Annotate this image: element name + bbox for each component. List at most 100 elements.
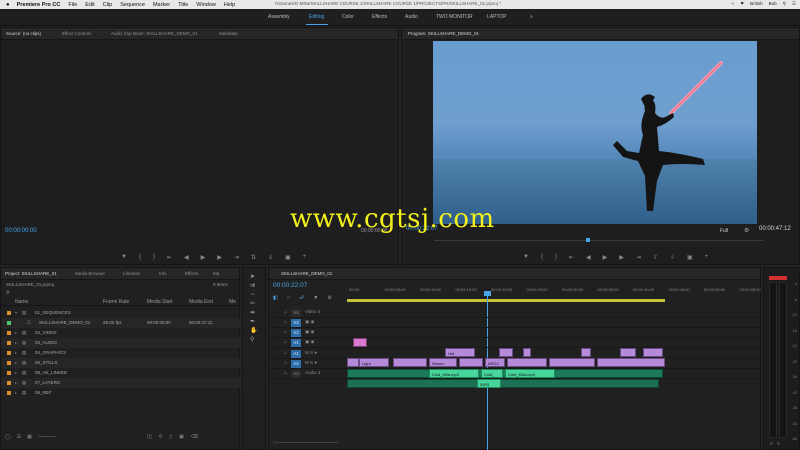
clip-v1-desert[interactable]: Desert xyxy=(429,358,457,367)
clip-a1-cold-killa-2[interactable]: Cold_Killa.mp3 xyxy=(505,369,555,378)
selection-tool-icon[interactable]: ➤ xyxy=(250,273,255,280)
playhead-handle[interactable] xyxy=(484,291,491,296)
label-color-swatch[interactable] xyxy=(7,371,11,375)
list-view-icon[interactable]: ☰ xyxy=(17,434,21,440)
workspace-audio[interactable]: Audio xyxy=(405,14,418,20)
track-lock-icon[interactable]: ⌂ xyxy=(284,360,287,366)
razor-tool-icon[interactable]: ✂ xyxy=(250,300,255,307)
nest-toggle-icon[interactable]: ◧ xyxy=(273,295,278,301)
disclosure-triangle-icon[interactable]: ▸ xyxy=(15,390,17,395)
snap-icon[interactable]: ∩ xyxy=(287,295,291,301)
wifi-icon[interactable]: ≈ xyxy=(732,1,734,7)
menu-marker[interactable]: Marker xyxy=(153,2,170,8)
list-icon[interactable]: ☰ xyxy=(792,1,796,7)
mark-in-icon[interactable]: { xyxy=(139,254,141,261)
workspace-two-monitor[interactable]: TWO MONITOR xyxy=(436,14,473,20)
disclosure-triangle-icon[interactable]: ▸ xyxy=(15,380,17,385)
project-row[interactable]: ▸ ▤ 05_STILLS xyxy=(1,358,241,368)
mark-out-icon[interactable]: } xyxy=(153,254,155,261)
clip-v1-arg2[interactable]: ARG2 xyxy=(485,358,505,367)
workspace-color[interactable]: Color xyxy=(342,14,354,20)
label-color-swatch[interactable] xyxy=(7,381,11,385)
clip-v2-e[interactable] xyxy=(620,348,636,357)
marker-icon[interactable]: ▼ xyxy=(121,254,127,261)
track-lock-icon[interactable]: ⌂ xyxy=(284,329,287,335)
program-scrubber[interactable] xyxy=(434,240,764,241)
disclosure-triangle-icon[interactable]: ▾ xyxy=(15,310,17,315)
track-target-v3[interactable]: V3 xyxy=(291,319,301,327)
timeline-timecode[interactable]: 00:00:22:07 xyxy=(273,282,307,289)
menu-title[interactable]: Title xyxy=(178,2,188,8)
app-menu[interactable]: Premiere Pro CC xyxy=(17,2,61,8)
track-mute-solo[interactable]: M S ● xyxy=(305,360,317,365)
menu-sequence[interactable]: Sequence xyxy=(120,2,145,8)
disclosure-triangle-icon[interactable]: ▸ xyxy=(15,340,17,345)
pen-tool-icon[interactable]: ✒ xyxy=(250,318,255,325)
go-to-out-icon[interactable]: ⇥ xyxy=(636,254,641,261)
step-back-icon[interactable]: ◀ xyxy=(184,254,189,261)
col-media-end[interactable]: Media End xyxy=(189,299,213,305)
track-lock-icon[interactable]: ⌂ xyxy=(284,319,287,325)
clip-a1-cold[interactable]: Cold_ xyxy=(481,369,503,378)
project-row[interactable]: ☷ SKILLSHARE_DEMO_01 25.00 fps 00:00:00:00 0… xyxy=(1,318,241,328)
zoom-slider[interactable]: ○——— xyxy=(38,434,56,440)
project-row[interactable]: ▾ ▤ 01_SEQUENCES xyxy=(1,308,241,318)
input-source[interactable]: British xyxy=(750,1,763,7)
track-select-tool-icon[interactable]: ⇉ xyxy=(250,282,255,289)
lock-icon[interactable]: ◯ xyxy=(5,434,11,440)
track-target-a3[interactable]: A3 xyxy=(291,370,301,378)
source-timecode[interactable]: 00;00;00;00 xyxy=(5,228,37,234)
extract-icon[interactable]: ⇩ xyxy=(670,254,675,261)
meter-solo-buttons[interactable]: S S xyxy=(770,441,780,446)
workspace-assembly[interactable]: Assembly xyxy=(268,14,290,20)
menu-window[interactable]: Window xyxy=(196,2,216,8)
tab-source[interactable]: Source: (no clips) xyxy=(6,31,41,36)
zoom-tool-icon[interactable]: ⚲ xyxy=(250,336,254,343)
go-to-in-icon[interactable]: ⇤ xyxy=(167,254,172,261)
tab-media-browser[interactable]: Media Browser xyxy=(75,271,105,276)
timeline-zoom-scroll[interactable]: ○————————————○ xyxy=(273,440,339,446)
step-forward-icon[interactable]: ▶ xyxy=(619,254,624,261)
track-mute-solo[interactable]: M S ● xyxy=(305,350,317,355)
export-frame-icon[interactable]: ▣ xyxy=(687,254,693,261)
label-color-swatch[interactable] xyxy=(7,361,11,365)
program-playhead[interactable] xyxy=(586,238,590,242)
col-name[interactable]: Name xyxy=(15,299,28,305)
project-row[interactable]: ▸ ▤ 03_AUDIO xyxy=(1,338,241,348)
clip-v2-a[interactable]: Hot xyxy=(445,348,475,357)
tab-sequence[interactable]: SKILLSHARE_DEMO_01 xyxy=(281,271,332,276)
menu-file[interactable]: File xyxy=(68,2,77,8)
ripple-edit-tool-icon[interactable]: ↔ xyxy=(250,291,256,297)
project-row[interactable]: ▸ ▤ 02_VIDEO xyxy=(1,328,241,338)
clip-v3[interactable] xyxy=(353,338,367,347)
add-marker-icon[interactable]: ▼ xyxy=(313,295,318,301)
clip-v1-start[interactable] xyxy=(347,358,359,367)
menu-help[interactable]: Help xyxy=(224,2,235,8)
track-lock-icon[interactable]: ⌂ xyxy=(284,339,287,345)
new-item-icon[interactable]: ▣ xyxy=(179,434,184,440)
menu-clip[interactable]: Clip xyxy=(103,2,112,8)
clip-v1-e[interactable] xyxy=(549,358,595,367)
mark-in-icon[interactable]: { xyxy=(541,254,543,261)
icon-view-icon[interactable]: ▦ xyxy=(27,434,32,440)
marker-icon[interactable]: ▼ xyxy=(523,254,529,261)
search-icon[interactable]: ⚲ xyxy=(783,1,786,7)
track-lock-icon[interactable]: ⌂ xyxy=(284,309,287,315)
track-visibility-icon[interactable]: ▣ ◉ xyxy=(305,319,314,325)
label-color-swatch[interactable] xyxy=(7,391,11,395)
step-forward-icon[interactable]: ▶ xyxy=(217,254,222,261)
clip-v2-b[interactable] xyxy=(499,348,513,357)
label-color-swatch[interactable] xyxy=(7,321,11,325)
clear-icon[interactable]: ⌫ xyxy=(191,434,198,440)
disclosure-triangle-icon[interactable]: ▸ xyxy=(15,360,17,365)
label-color-swatch[interactable] xyxy=(7,341,11,345)
clip-v1-b[interactable] xyxy=(393,358,427,367)
project-row[interactable]: ▸ ▤ 07_LAYERS xyxy=(1,378,241,388)
clip-v2-c[interactable] xyxy=(523,348,531,357)
track-lock-icon[interactable]: ⌂ xyxy=(284,370,287,376)
track-target-v1[interactable]: V1 xyxy=(291,339,301,347)
tab-effect-controls[interactable]: Effect Controls xyxy=(62,31,91,36)
lift-icon[interactable]: ⇧ xyxy=(653,254,658,261)
tab-audio-clip-mixer[interactable]: Audio Clip Mixer: SKILLSHARE_DEMO_01 xyxy=(111,31,198,36)
fit-dropdown[interactable]: Full xyxy=(720,228,728,234)
